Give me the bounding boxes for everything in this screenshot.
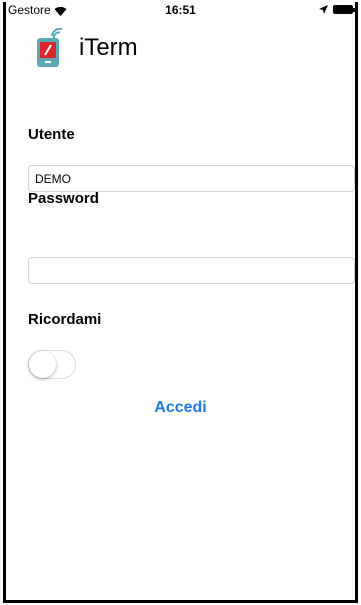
username-label: Utente bbox=[28, 126, 75, 143]
remember-toggle[interactable] bbox=[28, 350, 76, 379]
battery-icon bbox=[333, 5, 355, 14]
app-header: iTerm bbox=[35, 28, 138, 68]
toggle-knob bbox=[29, 351, 56, 378]
password-input[interactable] bbox=[28, 257, 355, 284]
status-bar: Gestore 16:51 bbox=[6, 2, 355, 20]
app-screen: Gestore 16:51 iTerm Utente Password Rico… bbox=[3, 2, 358, 603]
login-button[interactable]: Accedi bbox=[6, 398, 355, 418]
status-indicators bbox=[319, 5, 355, 14]
status-time: 16:51 bbox=[165, 3, 196, 17]
remember-label: Ricordami bbox=[28, 311, 102, 328]
password-label: Password bbox=[28, 190, 99, 207]
app-title: iTerm bbox=[79, 34, 138, 61]
app-logo-icon bbox=[37, 28, 63, 67]
location-arrow-icon bbox=[319, 5, 328, 14]
username-input[interactable] bbox=[28, 165, 355, 192]
